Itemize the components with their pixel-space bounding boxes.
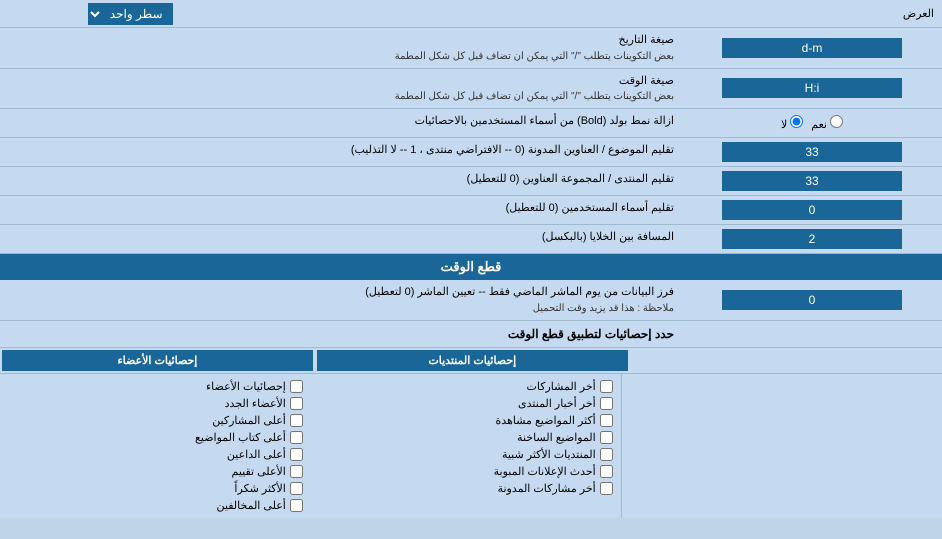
date-format-input[interactable] bbox=[722, 38, 902, 58]
bold-names-radio-area: نعم لا bbox=[682, 109, 942, 137]
stats-checkboxes-empty bbox=[622, 374, 942, 518]
member-checkbox-6[interactable] bbox=[290, 482, 303, 495]
member-checkbox-3[interactable] bbox=[290, 431, 303, 444]
member-checkbox-0[interactable] bbox=[290, 380, 303, 393]
post-checkbox-1[interactable] bbox=[600, 397, 613, 410]
member-check-6: الأكثر شكراً bbox=[8, 480, 303, 497]
cell-spacing-input-area bbox=[682, 225, 942, 253]
username-trim-label: تقليم أسماء المستخدمين (0 للتعطيل) bbox=[0, 196, 682, 224]
cell-spacing-label: المسافة بين الخلايا (بالبكسل) bbox=[0, 225, 682, 253]
topic-order-input[interactable] bbox=[722, 142, 902, 162]
time-format-row: صيغة الوقت بعض التكوينات يتطلب "/" التي … bbox=[0, 69, 942, 110]
cutoff-input-area bbox=[682, 280, 942, 320]
time-format-input[interactable] bbox=[722, 78, 902, 98]
member-check-3: أعلى كتاب المواضيع bbox=[8, 429, 303, 446]
post-label-2: أكثر المواضيع مشاهدة bbox=[496, 414, 596, 427]
username-trim-row: تقليم أسماء المستخدمين (0 للتعطيل) bbox=[0, 196, 942, 225]
stats-headers-row: إحصائيات المنتديات إحصائيات الأعضاء bbox=[0, 348, 942, 374]
main-container: العرض سطر واحد صيغة التاريخ بعض التكوينا… bbox=[0, 0, 942, 518]
forum-order-row: تقليم المنتدى / المجموعة العناوين (0 للت… bbox=[0, 167, 942, 196]
member-check-2: أعلى المشاركين bbox=[8, 412, 303, 429]
member-checkbox-7[interactable] bbox=[290, 499, 303, 512]
username-trim-input-area bbox=[682, 196, 942, 224]
member-checkbox-5[interactable] bbox=[290, 465, 303, 478]
cutoff-row: فرز البيانات من يوم الماشر الماضي فقط --… bbox=[0, 280, 942, 321]
member-label-7: أعلى المخالفين bbox=[217, 499, 286, 512]
stats-header-empty bbox=[630, 348, 942, 373]
member-check-5: الأعلى تقييم bbox=[8, 463, 303, 480]
forum-order-input-area bbox=[682, 167, 942, 195]
member-checkbox-2[interactable] bbox=[290, 414, 303, 427]
topic-order-label: تقليم الموضوع / العناوين المدونة (0 -- ا… bbox=[0, 138, 682, 166]
post-label-4: المنتديات الأكثر شبية bbox=[502, 448, 596, 461]
post-checkbox-5[interactable] bbox=[600, 465, 613, 478]
date-format-row: صيغة التاريخ بعض التكوينات يتطلب "/" الت… bbox=[0, 28, 942, 69]
display-select[interactable]: سطر واحد bbox=[88, 3, 173, 25]
post-checkbox-6[interactable] bbox=[600, 482, 613, 495]
cell-spacing-input[interactable] bbox=[722, 229, 902, 249]
forum-order-label: تقليم المنتدى / المجموعة العناوين (0 للت… bbox=[0, 167, 682, 195]
posts-stats-header: إحصائيات المنتديات bbox=[317, 350, 628, 371]
post-label-0: أخر المشاركات bbox=[527, 380, 596, 393]
topic-order-row: تقليم الموضوع / العناوين المدونة (0 -- ا… bbox=[0, 138, 942, 167]
post-check-2: أكثر المواضيع مشاهدة bbox=[319, 412, 613, 429]
date-format-label: صيغة التاريخ بعض التكوينات يتطلب "/" الت… bbox=[0, 28, 682, 68]
stats-apply-empty bbox=[682, 321, 942, 347]
post-checkbox-0[interactable] bbox=[600, 380, 613, 393]
forum-order-input[interactable] bbox=[722, 171, 902, 191]
radio-yes[interactable] bbox=[830, 115, 843, 128]
radio-no[interactable] bbox=[790, 115, 803, 128]
cutoff-input[interactable] bbox=[722, 290, 902, 310]
post-checkbox-3[interactable] bbox=[600, 431, 613, 444]
posts-checkboxes-col: أخر المشاركات أخر أخبار المنتدى أكثر الم… bbox=[311, 374, 622, 518]
post-check-1: أخر أخبار المنتدى bbox=[319, 395, 613, 412]
display-select-area: سطر واحد bbox=[0, 1, 260, 27]
member-label-3: أعلى كتاب المواضيع bbox=[195, 431, 286, 444]
bold-names-label: ازالة نمط بولد (Bold) من أسماء المستخدمي… bbox=[0, 109, 682, 137]
post-label-5: أحدث الإعلانات المبوبة bbox=[494, 465, 596, 478]
radio-yes-label[interactable]: نعم bbox=[811, 115, 843, 131]
member-check-0: إحصائيات الأعضاء bbox=[8, 378, 303, 395]
members-checkboxes-col: إحصائيات الأعضاء الأعضاء الجدد أعلى المش… bbox=[0, 374, 311, 518]
post-check-0: أخر المشاركات bbox=[319, 378, 613, 395]
post-checkbox-4[interactable] bbox=[600, 448, 613, 461]
member-label-1: الأعضاء الجدد bbox=[225, 397, 286, 410]
post-check-4: المنتديات الأكثر شبية bbox=[319, 446, 613, 463]
cell-spacing-row: المسافة بين الخلايا (بالبكسل) bbox=[0, 225, 942, 254]
stats-apply-label: حدد إحصائيات لتطبيق قطع الوقت bbox=[0, 321, 682, 347]
post-label-1: أخر أخبار المنتدى bbox=[518, 397, 596, 410]
post-check-5: أحدث الإعلانات المبوبة bbox=[319, 463, 613, 480]
member-check-1: الأعضاء الجدد bbox=[8, 395, 303, 412]
member-check-7: أعلى المخالفين bbox=[8, 497, 303, 514]
member-label-2: أعلى المشاركين bbox=[212, 414, 286, 427]
cutoff-header: قطع الوقت bbox=[0, 254, 942, 280]
display-label: العرض bbox=[260, 3, 942, 24]
stats-apply-row: حدد إحصائيات لتطبيق قطع الوقت bbox=[0, 321, 942, 348]
post-check-3: المواضيع الساخنة bbox=[319, 429, 613, 446]
member-checkbox-1[interactable] bbox=[290, 397, 303, 410]
members-stats-header: إحصائيات الأعضاء bbox=[2, 350, 313, 371]
post-check-6: أخر مشاركات المدونة bbox=[319, 480, 613, 497]
bold-names-radio-group: نعم لا bbox=[775, 113, 849, 133]
member-check-4: أعلى الداعين bbox=[8, 446, 303, 463]
bold-names-row: نعم لا ازالة نمط بولد (Bold) من أسماء ال… bbox=[0, 109, 942, 138]
post-label-3: المواضيع الساخنة bbox=[517, 431, 596, 444]
member-label-6: الأكثر شكراً bbox=[234, 482, 285, 495]
post-checkbox-2[interactable] bbox=[600, 414, 613, 427]
member-checkbox-4[interactable] bbox=[290, 448, 303, 461]
topic-order-input-area bbox=[682, 138, 942, 166]
radio-no-label[interactable]: لا bbox=[781, 115, 803, 131]
member-label-5: الأعلى تقييم bbox=[232, 465, 286, 478]
display-row: العرض سطر واحد bbox=[0, 0, 942, 28]
post-label-6: أخر مشاركات المدونة bbox=[498, 482, 596, 495]
stats-checkboxes-row: أخر المشاركات أخر أخبار المنتدى أكثر الم… bbox=[0, 374, 942, 518]
username-trim-input[interactable] bbox=[722, 200, 902, 220]
time-format-label: صيغة الوقت بعض التكوينات يتطلب "/" التي … bbox=[0, 69, 682, 109]
member-label-4: أعلى الداعين bbox=[227, 448, 286, 461]
time-format-input-area bbox=[682, 69, 942, 109]
date-format-input-area bbox=[682, 28, 942, 68]
cutoff-label: فرز البيانات من يوم الماشر الماضي فقط --… bbox=[0, 280, 682, 320]
member-label-0: إحصائيات الأعضاء bbox=[206, 380, 286, 393]
